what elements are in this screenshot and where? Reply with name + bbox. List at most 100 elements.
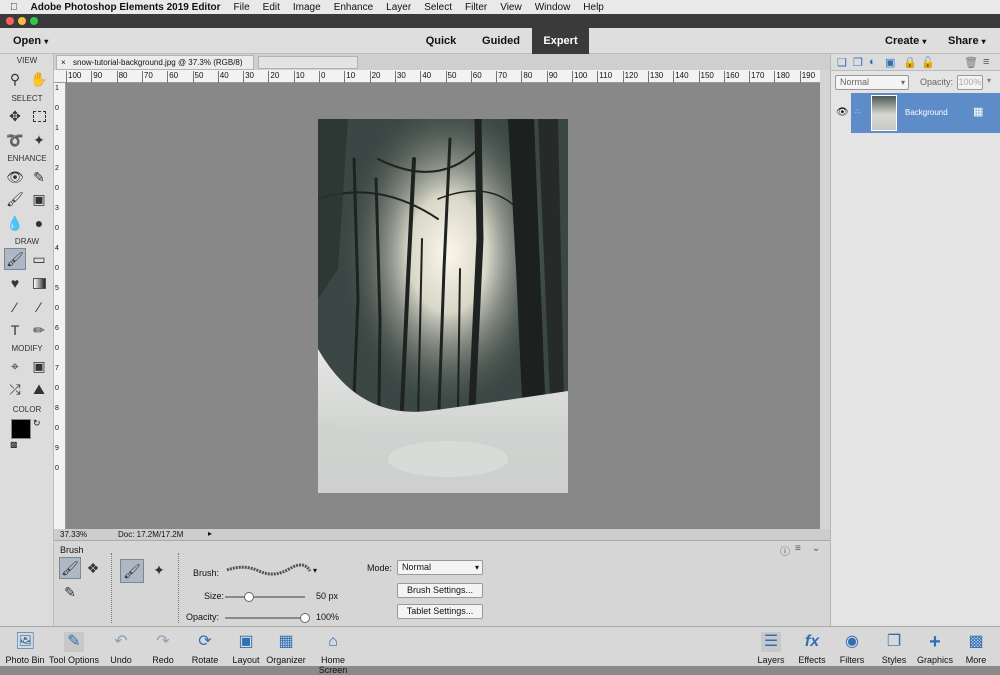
create-button[interactable]: Create ▾ [885,35,926,47]
vertical-scrollbar[interactable] [820,70,830,529]
brush-mode-icon[interactable]: 🖌 [59,557,81,579]
styles-panel-button[interactable]: ❐ Styles [876,627,912,667]
layer-row[interactable]: 👁 ∴ Background ▦ [831,92,1000,134]
filters-panel-button[interactable]: ◉ Filters [834,627,870,667]
menu-image[interactable]: Image [293,2,321,13]
layers-menu-icon[interactable]: ≡ [983,56,989,68]
new-group-icon[interactable]: ❐ [853,56,863,69]
menu-select[interactable]: Select [424,2,452,13]
pencil-tool-icon[interactable]: ✏ [28,319,50,341]
layer-opacity-field[interactable]: 100% [957,75,983,90]
paint-bucket-tool-icon[interactable]: ♥ [4,272,26,294]
menu-help[interactable]: Help [583,2,604,13]
graphics-panel-button[interactable]: + Graphics [914,627,956,667]
menu-layer[interactable]: Layer [386,2,411,13]
tab-expert[interactable]: Expert [532,28,589,54]
tablet-settings-button[interactable]: Tablet Settings... [397,604,483,619]
canvas-area[interactable] [66,83,820,529]
adjustment-layer-icon[interactable]: ◐ [869,56,876,68]
opacity-value[interactable]: 100% [316,612,339,622]
impressionist-brush-icon[interactable]: ❖ [82,557,104,579]
blend-mode-select[interactable]: Normal ▾ [835,75,909,90]
layer-name[interactable]: Background [905,108,948,117]
layer-mask-icon[interactable]: ▣ [885,56,895,69]
menu-filter[interactable]: Filter [465,2,487,13]
size-value[interactable]: 50 px [316,591,338,601]
size-slider-knob[interactable] [244,592,254,602]
brush-dropdown-icon[interactable]: ▾ [313,566,317,575]
red-eye-tool-icon[interactable]: 👁 [4,166,26,188]
content-aware-move-tool-icon[interactable]: ⤮ [4,378,26,400]
share-button[interactable]: Share ▾ [948,35,986,47]
gradient-tool-icon[interactable] [28,272,50,294]
menu-view[interactable]: View [500,2,522,13]
smart-brush-tool-icon[interactable]: 🖌 [4,188,26,210]
sponge-tool-icon[interactable]: ● [28,212,50,234]
clone-stamp-tool-icon[interactable]: ▣ [28,188,50,210]
type-tool-icon[interactable]: T [4,319,26,341]
delete-layer-icon[interactable]: 🗑 [964,56,978,69]
straighten-tool-icon[interactable]: ⛰ [28,378,50,400]
apple-icon[interactable]:  [10,2,18,13]
help-icon[interactable]: ⓘ [780,543,790,558]
collapse-icon[interactable]: ⌄ [812,543,820,554]
recompose-tool-icon[interactable]: ▣ [28,355,50,377]
opacity-slider-knob[interactable] [300,613,310,623]
size-slider[interactable] [225,592,305,602]
line-tool-icon[interactable]: ∕ [28,296,50,318]
menu-file[interactable]: File [234,2,250,13]
document-tab[interactable]: × snow-tutorial-background.jpg @ 37.3% (… [56,55,254,70]
quick-selection-tool-icon[interactable]: ✦ [28,129,50,151]
airbrush-icon[interactable]: ✦ [148,559,170,581]
options-menu-icon[interactable]: ≡ [795,543,801,554]
photo-bin-button[interactable]: 🖼 Photo Bin [2,627,48,667]
organizer-button[interactable]: ▦ Organizer [266,627,306,667]
tool-options-button[interactable]: ✎ Tool Options [48,627,100,667]
document-image[interactable] [318,119,568,493]
menu-edit[interactable]: Edit [263,2,280,13]
brush-tool-icon-option[interactable]: 🖌 [120,559,144,583]
visibility-eye-icon[interactable]: 👁 [836,107,849,118]
default-colors-icon[interactable]: ▩ [10,440,18,449]
swap-colors-icon[interactable]: ↻ [33,418,41,429]
hand-tool-icon[interactable]: ✋ [28,68,50,90]
close-window-button[interactable] [6,17,14,25]
open-button[interactable]: Open ▾ [13,35,48,47]
move-tool-icon[interactable]: ✥ [4,105,26,127]
undo-button[interactable]: ↶ Undo [104,627,138,667]
eyedropper-tool-icon[interactable]: ⁄ [4,296,26,318]
new-layer-icon[interactable]: ❏ [837,56,847,69]
effects-panel-button[interactable]: fx Effects [794,627,830,667]
brush-preset-picker[interactable] [224,562,314,578]
app-name[interactable]: Adobe Photoshop Elements 2019 Editor [31,2,221,13]
minimize-window-button[interactable] [18,17,26,25]
opacity-dropdown-icon[interactable]: ▾ [987,76,991,85]
crop-tool-icon[interactable]: ⌖ [4,355,26,377]
blur-tool-icon[interactable]: 💧 [4,212,26,234]
brush-settings-button[interactable]: Brush Settings... [397,583,483,598]
lock-transparent-icon[interactable]: 🔓 [921,56,935,69]
mode-select[interactable]: Normal ▾ [397,560,483,575]
close-document-icon[interactable]: × [61,56,66,69]
lock-all-icon[interactable]: 🔒 [903,56,917,69]
brush-tool-icon[interactable]: 🖌 [4,248,26,270]
zoom-window-button[interactable] [30,17,38,25]
layout-button[interactable]: ▣ Layout [228,627,264,667]
menu-window[interactable]: Window [535,2,571,13]
status-menu-arrow-icon[interactable]: ▸ [208,529,212,538]
foreground-color-swatch[interactable] [11,419,31,439]
layers-panel-button[interactable]: ☰ Layers [754,627,788,667]
more-button[interactable]: ▩ More [958,627,994,667]
spot-healing-tool-icon[interactable]: ✎ [28,166,50,188]
redo-button[interactable]: ↷ Redo [146,627,180,667]
home-screen-button[interactable]: ⌂ Home Screen [306,627,360,675]
marquee-tool-icon[interactable] [28,105,50,127]
menu-enhance[interactable]: Enhance [334,2,373,13]
tab-guided[interactable]: Guided [470,28,532,54]
zoom-level[interactable]: 37.33% [60,530,87,539]
tab-quick[interactable]: Quick [412,28,470,54]
lasso-tool-icon[interactable]: ➰ [4,129,26,151]
rotate-button[interactable]: ⟳ Rotate [186,627,224,667]
eraser-tool-icon[interactable]: ▭ [28,248,50,270]
zoom-tool-icon[interactable]: ⚲ [4,68,26,90]
